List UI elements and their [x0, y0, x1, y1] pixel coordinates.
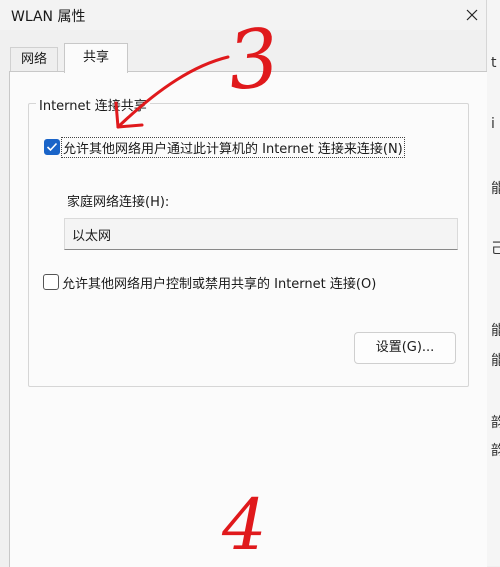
annotation-step-3: 3 [223, 10, 284, 109]
close-button[interactable] [458, 0, 486, 30]
background-glyph: 能 [491, 323, 500, 339]
background-glyph: t [491, 55, 497, 71]
window-title: WLAN 属性 [11, 9, 86, 25]
checkmark-icon [46, 142, 58, 152]
home-network-select[interactable]: 以太网 [64, 218, 458, 250]
background-glyph: 能 [491, 181, 500, 197]
settings-button[interactable]: 设置(G)... [354, 332, 456, 364]
home-network-label: 家庭网络连接(H): [67, 195, 170, 210]
background-glyph: 韵 [491, 415, 500, 431]
background-glyph: i [491, 116, 495, 132]
allow-connect-checkbox[interactable] [44, 139, 60, 155]
tab-network[interactable]: 网络 [10, 47, 58, 72]
allow-connect-label[interactable]: 允许其他网络用户通过此计算机的 Internet 连接来连接(N) [61, 137, 405, 158]
allow-control-checkbox[interactable] [43, 274, 59, 290]
background-glyph: 韵 [491, 443, 500, 459]
close-icon [466, 9, 478, 21]
home-network-value: 以太网 [72, 229, 112, 244]
background-glyph: 能 [491, 353, 500, 369]
tab-sharing[interactable]: 共享 [64, 43, 128, 73]
annotation-step-4: 4 [222, 484, 267, 566]
background-glyph: 己 [491, 241, 500, 257]
background-window-edge: t i 能 己 能 能 韵 韵 [486, 0, 500, 566]
allow-control-label[interactable]: 允许其他网络用户控制或禁用共享的 Internet 连接(O) [62, 273, 376, 292]
